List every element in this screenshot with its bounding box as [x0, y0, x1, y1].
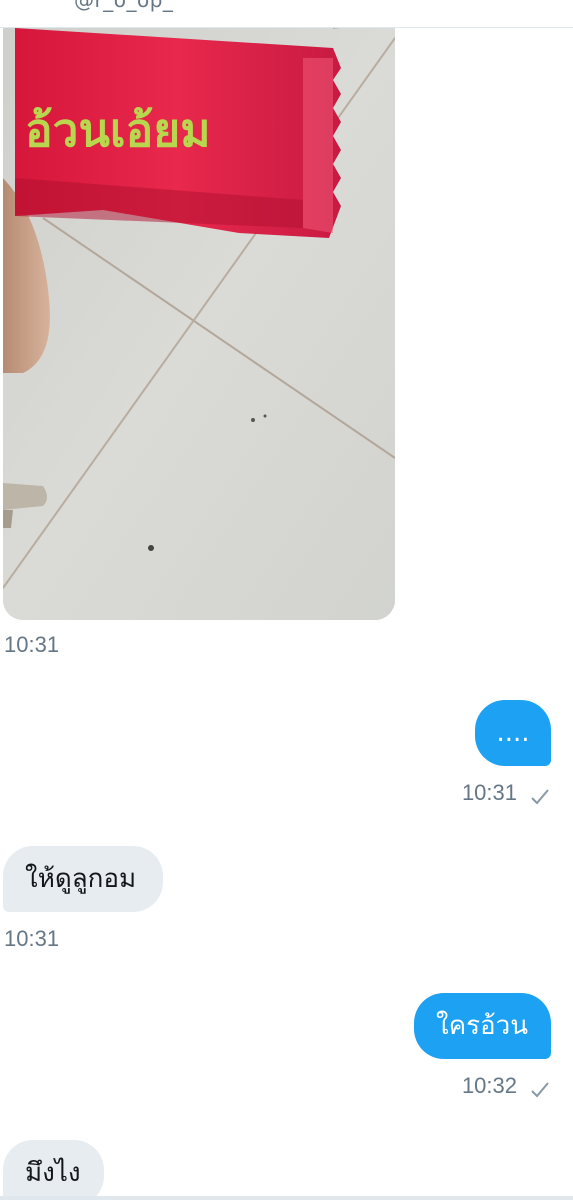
incoming-message[interactable]: ให้ดูลูกอม [3, 846, 163, 912]
divider [0, 1196, 573, 1200]
outgoing-message[interactable]: .... [475, 700, 551, 766]
candy-photo: อ้วนเอ้ยม [3, 28, 395, 620]
candy-brand-text: อ้วนเอ้ยม [25, 103, 211, 157]
message-text: .... [496, 718, 530, 748]
message-text: ใครอ้วน [436, 1011, 529, 1041]
check-icon [531, 1078, 549, 1098]
message-text: ให้ดูลูกอม [25, 864, 137, 894]
message-text: มึงไง [25, 1158, 81, 1188]
image-message[interactable]: อ้วนเอ้ยม [3, 28, 395, 620]
message-status: 10:31 [462, 780, 549, 806]
timestamp: 10:31 [461, 780, 517, 805]
timestamp: 10:32 [461, 1073, 517, 1098]
timestamp: 10:31 [4, 632, 60, 657]
user-handle[interactable]: @r_o_op_ [74, 0, 173, 12]
timestamp: 10:31 [4, 926, 60, 951]
outgoing-message[interactable]: ใครอ้วน [414, 993, 551, 1059]
conversation-header: @r_o_op_ [0, 0, 573, 28]
message-status: 10:32 [462, 1073, 549, 1099]
dm-conversation-screen: @r_o_op_ อ้วนเอ้ยม 10:31 .... 10:31 ให้ด… [0, 0, 573, 1200]
incoming-message[interactable]: มึงไง [3, 1140, 104, 1200]
check-icon [531, 785, 549, 805]
